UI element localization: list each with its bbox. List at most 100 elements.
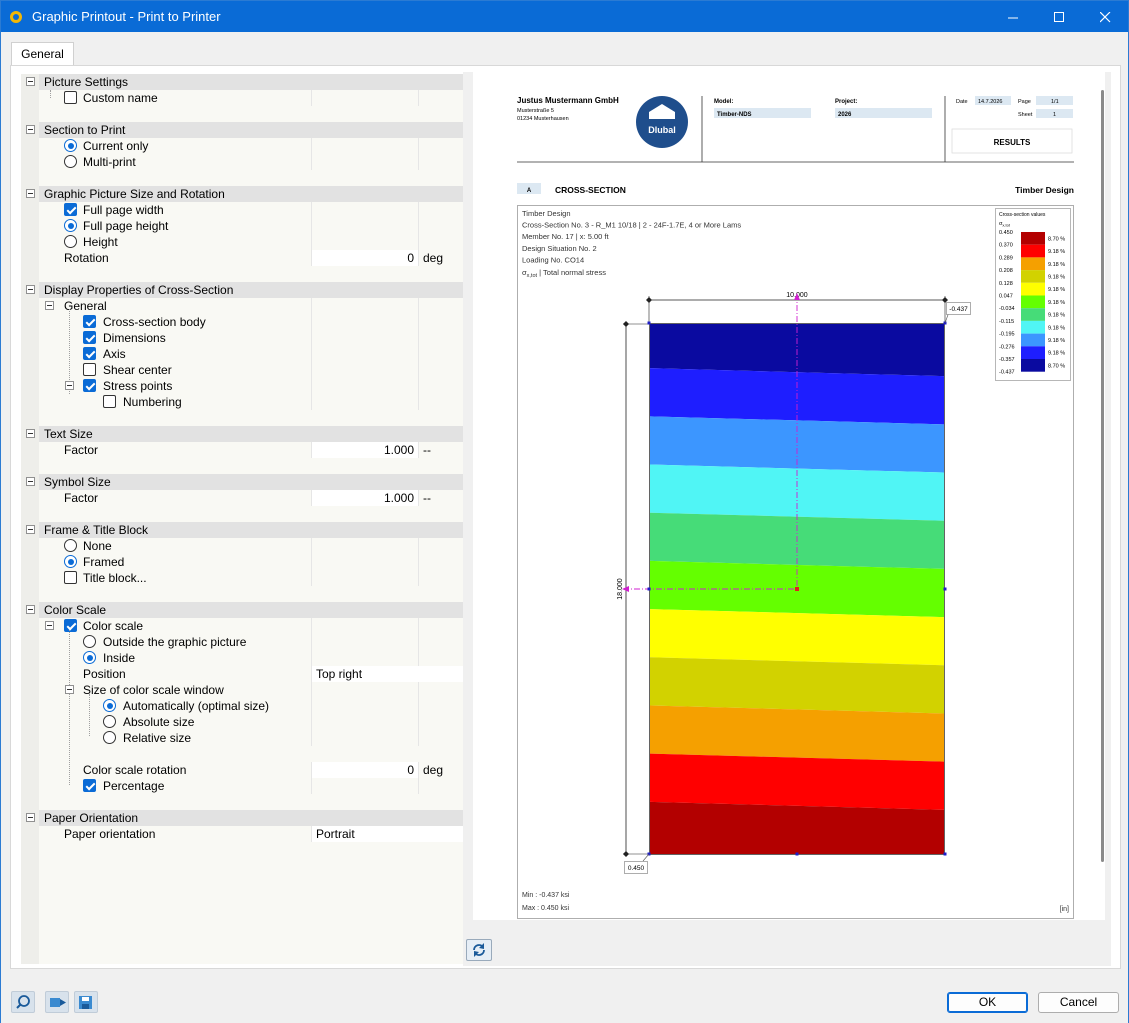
row-auto-size[interactable]: Automatically (optimal size) (21, 698, 463, 714)
row-outside[interactable]: Outside the graphic picture (21, 634, 463, 650)
row-rotation[interactable]: Rotation 0 deg (21, 250, 463, 266)
position-select[interactable]: Top right (311, 666, 463, 682)
collapse-icon[interactable] (26, 189, 35, 198)
row-height[interactable]: Height (21, 234, 463, 250)
row-stress-points[interactable]: Stress points (21, 378, 463, 394)
row-full-page-height[interactable]: Full page height (21, 218, 463, 234)
custom-name-checkbox[interactable] (64, 91, 77, 104)
collapse-icon[interactable] (26, 285, 35, 294)
title-block-checkbox[interactable] (64, 571, 77, 584)
row-scale-rotation[interactable]: Color scale rotation 0 deg (21, 762, 463, 778)
load-settings-button[interactable] (45, 991, 69, 1013)
collapse-icon[interactable] (65, 381, 74, 390)
category-section-to-print[interactable]: Section to Print (21, 122, 463, 138)
row-current-only[interactable]: Current only (21, 138, 463, 154)
full-page-height-radio[interactable] (64, 219, 77, 232)
row-axis[interactable]: Axis (21, 346, 463, 362)
collapse-icon[interactable] (26, 125, 35, 134)
height-radio[interactable] (64, 235, 77, 248)
tab-general[interactable]: General (11, 42, 74, 66)
auto-size-label: Automatically (optimal size) (123, 699, 270, 713)
axis-checkbox[interactable] (83, 347, 96, 360)
row-absolute-size[interactable]: Absolute size (21, 714, 463, 730)
row-size-window[interactable]: Size of color scale window (21, 682, 463, 698)
full-page-width-checkbox[interactable] (64, 203, 77, 216)
row-color-scale[interactable]: Color scale (21, 618, 463, 634)
inside-radio[interactable] (83, 651, 96, 664)
collapse-icon[interactable] (26, 477, 35, 486)
numbering-checkbox[interactable] (103, 395, 116, 408)
row-paper-orientation[interactable]: Paper orientation Portrait (21, 826, 463, 842)
paper-orientation-select[interactable]: Portrait (311, 826, 463, 842)
percentage-checkbox[interactable] (83, 779, 96, 792)
category-text-size[interactable]: Text Size (21, 426, 463, 442)
row-cross-section-body[interactable]: Cross-section body (21, 314, 463, 330)
row-relative-size[interactable]: Relative size (21, 730, 463, 746)
maximize-button[interactable] (1036, 1, 1082, 32)
text-factor-input[interactable]: 1.000 (311, 442, 419, 458)
collapse-icon[interactable] (26, 525, 35, 534)
row-symbol-factor[interactable]: Factor 1.000 -- (21, 490, 463, 506)
row-title-block[interactable]: Title block... (21, 570, 463, 586)
preview-scrollbar[interactable] (1101, 90, 1104, 862)
title-bar[interactable]: Graphic Printout - Print to Printer (1, 1, 1128, 32)
category-color-scale[interactable]: Color Scale (21, 602, 463, 618)
auto-size-radio[interactable] (103, 699, 116, 712)
height-label: Height (83, 235, 118, 249)
category-paper-orientation[interactable]: Paper Orientation (21, 810, 463, 826)
category-frame[interactable]: Frame & Title Block (21, 522, 463, 538)
row-text-factor[interactable]: Factor 1.000 -- (21, 442, 463, 458)
cancel-button[interactable]: Cancel (1038, 992, 1119, 1013)
ok-button[interactable]: OK (947, 992, 1028, 1013)
collapse-icon[interactable] (26, 429, 35, 438)
row-frame-none[interactable]: None (21, 538, 463, 554)
help-button[interactable] (11, 991, 35, 1013)
row-general[interactable]: General (21, 298, 463, 314)
collapse-icon[interactable] (26, 813, 35, 822)
category-picture-settings[interactable]: Picture Settings (21, 74, 463, 90)
absolute-size-radio[interactable] (103, 715, 116, 728)
symbol-factor-input[interactable]: 1.000 (311, 490, 419, 506)
save-settings-button[interactable] (74, 991, 98, 1013)
collapse-icon[interactable] (45, 621, 54, 630)
scale-rotation-input[interactable]: 0 (311, 762, 419, 778)
collapse-icon[interactable] (65, 685, 74, 694)
frame-none-radio[interactable] (64, 539, 77, 552)
row-position[interactable]: Position Top right (21, 666, 463, 682)
minimize-button[interactable] (990, 1, 1036, 32)
row-shear-center[interactable]: Shear center (21, 362, 463, 378)
row-percentage[interactable]: Percentage (21, 778, 463, 794)
close-button[interactable] (1082, 1, 1128, 32)
legend-swatch (1021, 346, 1045, 359)
row-inside[interactable]: Inside (21, 650, 463, 666)
rotation-input[interactable]: 0 (311, 250, 419, 266)
row-dimensions[interactable]: Dimensions (21, 330, 463, 346)
category-size-rotation[interactable]: Graphic Picture Size and Rotation (21, 186, 463, 202)
current-only-radio[interactable] (64, 139, 77, 152)
legend-title: Cross-section values (999, 212, 1046, 218)
row-multi-print[interactable]: Multi-print (21, 154, 463, 170)
row-full-page-width[interactable]: Full page width (21, 202, 463, 218)
outside-label: Outside the graphic picture (103, 635, 247, 649)
framed-radio[interactable] (64, 555, 77, 568)
color-scale-checkbox[interactable] (64, 619, 77, 632)
row-numbering[interactable]: Numbering (21, 394, 463, 410)
paper-orientation-label: Paper orientation (64, 827, 156, 841)
category-display-properties[interactable]: Display Properties of Cross-Section (21, 282, 463, 298)
relative-size-radio[interactable] (103, 731, 116, 744)
shear-center-checkbox[interactable] (83, 363, 96, 376)
multi-print-radio[interactable] (64, 155, 77, 168)
cross-section-body-checkbox[interactable] (83, 315, 96, 328)
row-framed[interactable]: Framed (21, 554, 463, 570)
collapse-icon[interactable] (45, 301, 54, 310)
label-top-value: -0.437 (949, 306, 968, 313)
category-symbol-size[interactable]: Symbol Size (21, 474, 463, 490)
category-label: Paper Orientation (44, 811, 139, 825)
collapse-icon[interactable] (26, 605, 35, 614)
stress-points-checkbox[interactable] (83, 379, 96, 392)
collapse-icon[interactable] (26, 77, 35, 86)
dimensions-checkbox[interactable] (83, 331, 96, 344)
outside-radio[interactable] (83, 635, 96, 648)
refresh-preview-button[interactable] (466, 939, 492, 961)
row-custom-name[interactable]: Custom name (21, 90, 463, 106)
